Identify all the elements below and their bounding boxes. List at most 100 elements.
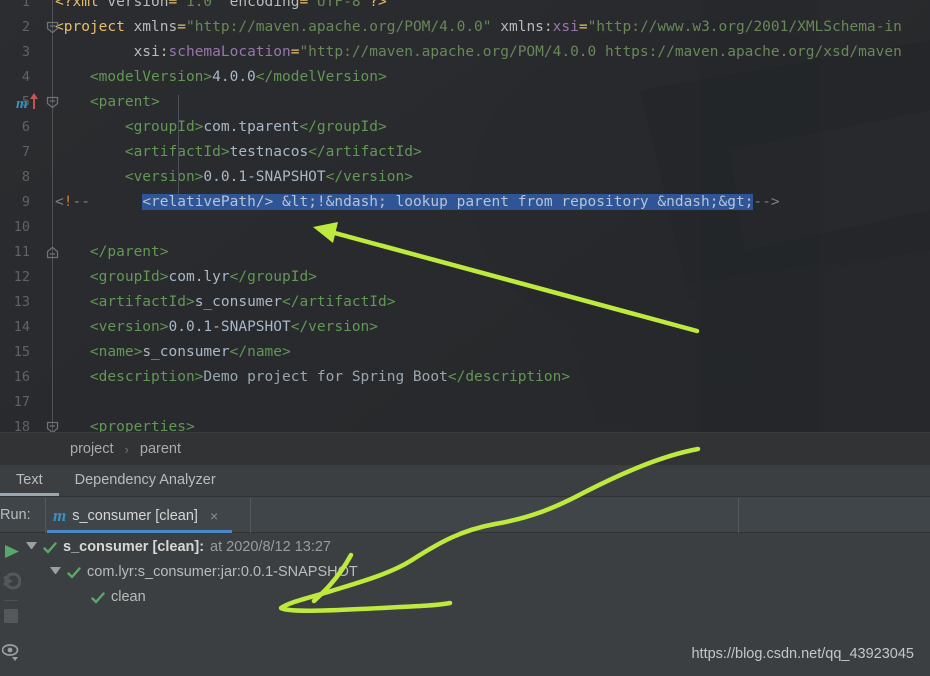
code-line[interactable]: 2 <project xmlns="http://maven.apache.org…: [0, 15, 930, 40]
breadcrumb-item-project[interactable]: project: [68, 441, 116, 457]
code-token: s_consumer: [194, 294, 282, 310]
line-number: 17: [13, 394, 30, 410]
code-line-content[interactable]: <version>0.0.1-SNAPSHOT</version>: [55, 165, 413, 190]
code-line[interactable]: 5 <parent>: [0, 90, 930, 115]
code-token: </version>: [290, 319, 379, 335]
code-line[interactable]: 7 <artifactId>testnacos</artifactId>: [0, 140, 930, 165]
folding-gutter-rail: [52, 0, 53, 437]
code-token: testnacos: [229, 144, 309, 160]
maven-parent-navigate-icon[interactable]: m: [16, 90, 42, 115]
code-line[interactable]: 3 xsi:schemaLocation="http://maven.apach…: [0, 40, 930, 65]
code-token: xsi: [552, 19, 579, 35]
run-tree-node[interactable]: clean: [74, 585, 146, 610]
code-token: xmlns:: [500, 19, 553, 35]
code-token: <project: [55, 19, 134, 35]
code-line[interactable]: 6 <groupId>com.tparent</groupId>: [0, 115, 930, 140]
code-line-content[interactable]: <artifactId>s_consumer</artifactId>: [55, 290, 396, 315]
code-token: <artifactId>: [89, 294, 195, 310]
code-line-content[interactable]: xsi:schemaLocation="http://maven.apache.…: [55, 40, 902, 65]
code-line-content[interactable]: <description>Demo project for Spring Boo…: [55, 365, 570, 390]
code-token: </groupId>: [229, 269, 317, 285]
code-token: Demo project for Spring Boot: [203, 369, 448, 385]
code-line[interactable]: 12 <groupId>com.lyr</groupId>: [0, 265, 930, 290]
code-token: <parent>: [89, 94, 160, 110]
editor-view-tabs[interactable]: Text Dependency Analyzer: [0, 465, 930, 496]
fold-collapse-icon[interactable]: [46, 96, 59, 109]
code-line[interactable]: 11 </parent>: [0, 240, 930, 265]
code-token: </modelVersion>: [255, 69, 387, 85]
code-line[interactable]: 8 <version>0.0.1-SNAPSHOT</version>: [0, 165, 930, 190]
stop-icon[interactable]: [3, 608, 19, 624]
code-line[interactable]: 14 <version>0.0.1-SNAPSHOT</version>: [0, 315, 930, 340]
fold-end-icon[interactable]: [46, 246, 59, 259]
code-line-content[interactable]: <parent>: [55, 90, 160, 115]
run-tab-bar[interactable]: Run: m s_consumer [clean] ×: [0, 496, 930, 533]
line-number: 3: [21, 44, 30, 60]
code-token: <version>: [124, 169, 204, 185]
line-number: 8: [21, 169, 30, 185]
success-check-icon: [43, 541, 57, 553]
code-line-content[interactable]: <artifactId>testnacos</artifactId>: [55, 140, 422, 165]
code-line-content[interactable]: </parent>: [55, 240, 169, 265]
run-tab-title: s_consumer [clean]: [72, 507, 198, 524]
code-token: "http://maven.apache.org/POM/4.0.0": [185, 19, 492, 35]
code-token: "http://www.w3.org/2001/XMLSchema-in: [587, 19, 902, 35]
close-icon[interactable]: ×: [210, 508, 218, 524]
code-token: s_consumer: [142, 344, 230, 360]
breadcrumb-item-parent[interactable]: parent: [138, 441, 183, 457]
filter-eye-icon[interactable]: [2, 642, 20, 662]
rerun-play-icon[interactable]: [2, 542, 21, 561]
code-token: <: [55, 194, 64, 210]
fold-collapse-icon[interactable]: [46, 21, 59, 34]
code-token: schemaLocation: [168, 44, 291, 60]
code-token: </artifactId>: [308, 144, 422, 160]
run-tree-node-label: clean: [111, 589, 146, 605]
code-line[interactable]: 17: [0, 390, 930, 415]
code-token: <description>: [89, 369, 204, 385]
node-status-icon: [91, 591, 105, 605]
code-line[interactable]: 4 <modelVersion>4.0.0</modelVersion>: [0, 65, 930, 90]
line-number: 12: [13, 269, 30, 285]
code-line-content[interactable]: <groupId>com.tparent</groupId>: [55, 115, 387, 140]
code-line[interactable]: 10: [0, 215, 930, 240]
breadcrumb[interactable]: project › parent: [0, 432, 930, 465]
code-token: "1.0": [177, 0, 221, 10]
run-tab-s-consumer-clean[interactable]: m s_consumer [clean] ×: [45, 497, 226, 534]
code-token: com.lyr: [168, 269, 230, 285]
breadcrumb-separator-icon: ›: [124, 441, 129, 457]
tab-text[interactable]: Text: [0, 465, 59, 496]
code-line-content[interactable]: <groupId>com.lyr</groupId>: [55, 265, 317, 290]
rerun-failed-tests-icon[interactable]: [1, 570, 21, 592]
code-line[interactable]: 1 <?xml version="1.0" encoding="UTF-8"?>: [0, 0, 930, 15]
line-number: 9: [21, 194, 30, 210]
code-line-content[interactable]: <project xmlns="http://maven.apache.org/…: [55, 15, 902, 40]
run-tree-node[interactable]: s_consumer [clean]: at 2020/8/12 13:27: [26, 535, 331, 560]
code-token: encoding: [229, 0, 300, 10]
code-token: 4.0.0: [212, 69, 256, 85]
code-line-content[interactable]: <version>0.0.1-SNAPSHOT</version>: [55, 315, 378, 340]
tab-dependency-analyzer[interactable]: Dependency Analyzer: [59, 465, 232, 496]
code-line[interactable]: 15 <name>s_consumer</name>: [0, 340, 930, 365]
run-tree-node[interactable]: com.lyr:s_consumer:jar:0.0.1-SNAPSHOT: [50, 560, 358, 585]
node-status-icon: [67, 566, 81, 580]
code-token: </parent>: [89, 244, 169, 260]
chevron-down-icon[interactable]: [26, 542, 37, 553]
code-line-content[interactable]: <?xml version="1.0" encoding="UTF-8"?>: [55, 0, 387, 15]
code-line-content[interactable]: <name>s_consumer</name>: [55, 340, 291, 365]
code-token: </version>: [325, 169, 413, 185]
code-line[interactable]: 9 <!-- <relativePath/> &lt;!&ndash; looku…: [0, 190, 930, 215]
line-number: 10: [13, 219, 30, 235]
code-line[interactable]: 16 <description>Demo project for Spring …: [0, 365, 930, 390]
code-editor[interactable]: 1 <?xml version="1.0" encoding="UTF-8"?> 2…: [0, 0, 930, 437]
code-line[interactable]: 13 <artifactId>s_consumer</artifactId>: [0, 290, 930, 315]
run-tabbar-divider-mid: [250, 498, 251, 533]
code-line-content[interactable]: <modelVersion>4.0.0</modelVersion>: [55, 65, 387, 90]
chevron-down-icon[interactable]: [50, 567, 61, 578]
code-line-content[interactable]: <!-- <relativePath/> &lt;!&ndash; lookup…: [55, 190, 780, 215]
code-token: version: [107, 0, 169, 10]
